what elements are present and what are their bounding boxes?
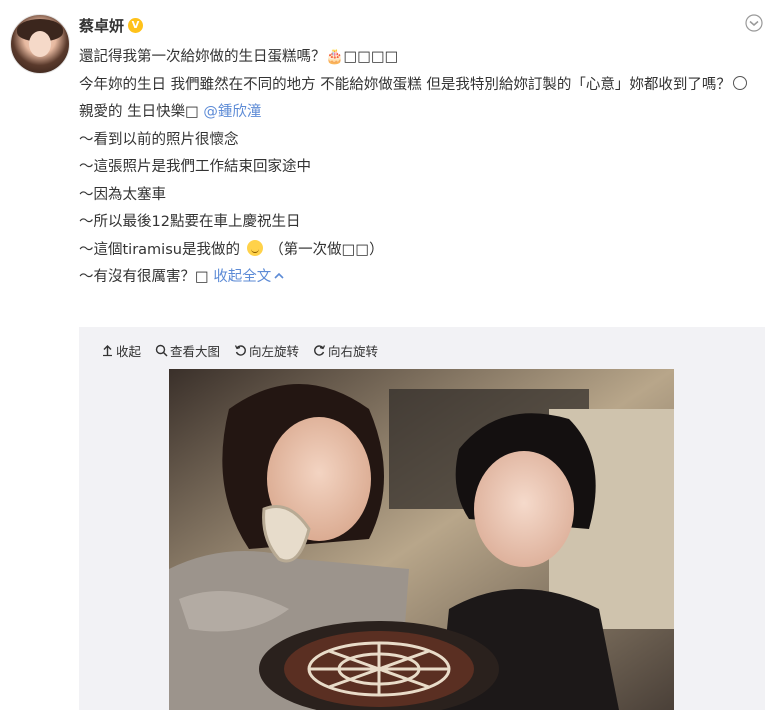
post-line-text: 今年妳的生日 我們雖然在不同的地方 不能給妳做蛋糕 但是我特別給妳訂製的「心意」… <box>79 76 731 93</box>
face-emoji-icon <box>732 75 747 90</box>
post-photo[interactable] <box>169 369 674 710</box>
post-header: 蔡卓妍 V <box>79 12 144 38</box>
rotate-right-button[interactable]: 向右旋转 <box>313 341 378 360</box>
post-line: ～這個tiramisu是我做的 （第一次做□□） <box>79 237 769 265</box>
view-large-button[interactable]: 查看大图 <box>155 341 220 360</box>
rotate-right-label: 向右旋转 <box>328 344 379 359</box>
post-line-text: 親愛的 生日快樂□ <box>79 104 204 120</box>
avatar[interactable] <box>10 14 70 74</box>
weibo-post: 蔡卓妍 V 還記得我第一次給妳做的生日蛋糕嗎？🎂□□□□ 今年妳的生日 我們雖然… <box>0 0 777 710</box>
view-large-label: 查看大图 <box>170 344 221 359</box>
collapse-media-label: 收起 <box>116 344 142 359</box>
post-line: 親愛的 生日快樂□ @鍾欣潼 <box>79 99 769 127</box>
cake-pattern <box>307 641 451 697</box>
collapse-media-button[interactable]: 收起 <box>101 341 141 360</box>
collapse-full-text-label: 收起全文 <box>213 269 272 285</box>
post-line-text: （第一次做□□） <box>269 241 384 258</box>
post-line: ～看到以前的照片很懷念 <box>79 131 239 148</box>
post-line: 今年妳的生日 我們雖然在不同的地方 不能給妳做蛋糕 但是我特別給妳訂製的「心意」… <box>79 72 769 100</box>
post-line: ～所以最後12點要在車上慶祝生日 <box>79 214 301 230</box>
post-line-text: ～這個tiramisu是我做的 <box>79 241 245 258</box>
media-box: 收起 查看大图 向左旋转 向右旋转 <box>79 327 765 710</box>
photo-illustration <box>169 369 674 710</box>
post-line: ～這張照片是我們工作結束回家途中 <box>79 159 311 175</box>
verified-badge-icon: V <box>128 17 144 33</box>
collapse-full-text-link[interactable]: 收起全文 <box>213 269 285 285</box>
more-options-button[interactable] <box>745 14 763 32</box>
face-right <box>474 451 574 567</box>
username[interactable]: 蔡卓妍 <box>79 15 124 36</box>
mention-link[interactable]: @鍾欣潼 <box>203 104 261 120</box>
post-line: ～因為太塞車 <box>79 186 166 203</box>
search-icon <box>155 344 168 357</box>
media-toolbar: 收起 查看大图 向左旋转 向右旋转 <box>101 341 378 360</box>
rotate-left-button[interactable]: 向左旋转 <box>234 341 299 360</box>
post-line: 還記得我第一次給妳做的生日蛋糕嗎？🎂□□□□ <box>79 49 399 65</box>
post-content: 還記得我第一次給妳做的生日蛋糕嗎？🎂□□□□ 今年妳的生日 我們雖然在不同的地方… <box>79 44 769 292</box>
post-line-text: ～有沒有很厲害？□ <box>79 269 214 285</box>
rotate-right-icon <box>314 345 326 356</box>
chevron-up-icon <box>274 272 284 279</box>
avatar-face <box>29 31 51 57</box>
rotate-left-label: 向左旋转 <box>249 344 300 359</box>
chevron-down-icon <box>745 14 763 32</box>
smile-emoji-icon <box>246 239 263 256</box>
post-line: ～有沒有很厲害？□ 收起全文 <box>79 264 769 292</box>
arrow-up-icon <box>103 345 112 357</box>
rotate-left-icon <box>234 345 246 356</box>
